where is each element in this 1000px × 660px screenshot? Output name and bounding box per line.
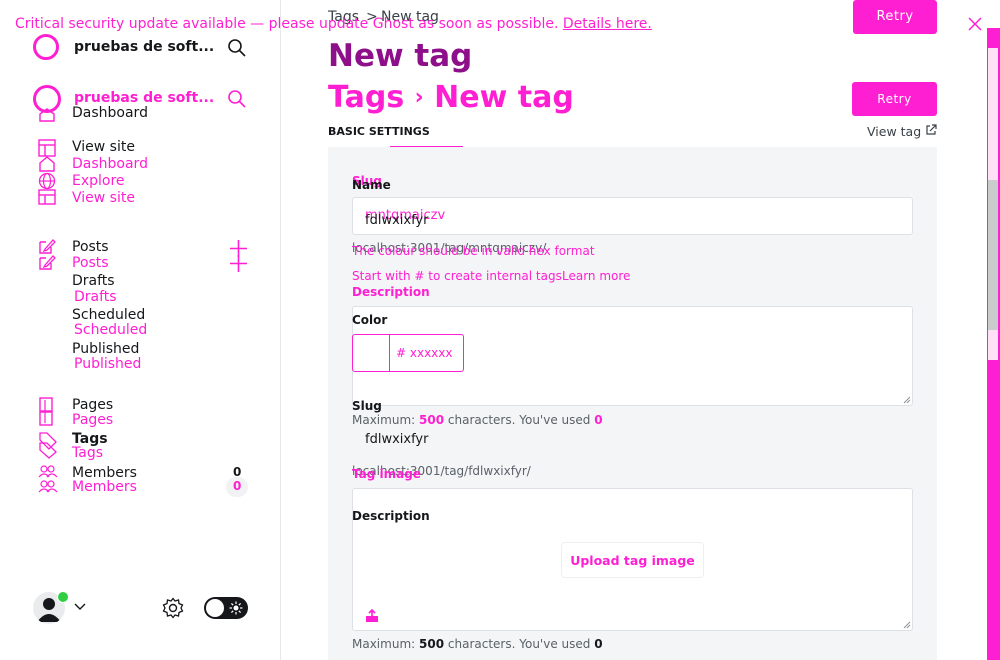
resize-handle-icon[interactable] xyxy=(903,396,911,404)
retry-button[interactable]: Retry xyxy=(853,0,937,34)
name-hint: Start with # to create internal tags xyxy=(352,269,562,283)
tag-icon xyxy=(39,432,57,459)
members-count-overlay: 0 xyxy=(233,479,242,493)
nav-published-overlay: Published xyxy=(74,356,142,372)
search-icon[interactable] xyxy=(227,38,247,58)
upload-tag-image-button[interactable]: Upload tag image xyxy=(562,543,703,577)
online-status-dot xyxy=(57,591,69,603)
nav-posts-overlay: Posts xyxy=(72,255,109,271)
nav-view-site-overlay: View site xyxy=(72,190,135,206)
retry-button-label: Retry xyxy=(876,9,914,24)
nav-drafts-overlay: Drafts xyxy=(74,289,117,305)
nav-pages-overlay: Pages xyxy=(72,412,114,428)
upload-icon xyxy=(366,609,378,622)
home-overlay-icon xyxy=(39,156,55,172)
retry-button-overlay[interactable]: Retry xyxy=(852,82,937,116)
scrollbar-light-segment xyxy=(988,48,998,183)
nav-posts[interactable]: Posts xyxy=(72,239,109,256)
view-site-icon xyxy=(38,139,56,157)
sidebar: pruebas de soft... pruebas de soft... Da… xyxy=(0,0,281,660)
counter-max: 500 xyxy=(419,637,445,651)
site-logo-icon[interactable] xyxy=(33,34,59,60)
chevron-down-icon[interactable] xyxy=(74,603,86,611)
tag-settings-panel: Slug Name mntqmaiczv fdlwxixfyr localhos… xyxy=(328,147,937,660)
title-overlay-parent[interactable]: Tags xyxy=(328,80,404,115)
banner-text: Critical security update available — ple… xyxy=(15,16,559,32)
learn-more-link[interactable]: Learn more xyxy=(562,269,630,283)
counter-used: 0 xyxy=(594,637,603,651)
counter-mid: characters. You've used xyxy=(447,637,591,651)
color-input[interactable]: # xxxxxx xyxy=(352,334,464,372)
home-icon xyxy=(39,108,55,122)
name-input[interactable]: mntqmaiczv fdlwxixfyr xyxy=(352,197,913,235)
page-title: New tag xyxy=(328,38,473,74)
view-tag-link[interactable]: View tag xyxy=(867,124,921,139)
counter-prefix: Maximum: xyxy=(352,637,416,651)
color-error-message: The colour should be in valid hex format xyxy=(352,244,595,258)
add-post-overlay-icon xyxy=(230,255,247,272)
retry-button-overlay-label: Retry xyxy=(877,92,912,106)
title-overlay-chevron-icon: › xyxy=(414,85,424,110)
pages-icon xyxy=(39,397,53,426)
description-counter-overlay: Maximum: 500 characters. You've used 0 xyxy=(352,413,603,427)
nav-dashboard[interactable]: Dashboard xyxy=(72,105,148,122)
counter-overlay-max: 500 xyxy=(419,413,445,427)
edit-icon xyxy=(39,239,56,254)
theme-toggle[interactable] xyxy=(204,597,248,619)
sun-icon xyxy=(229,601,243,615)
view-site-overlay-icon xyxy=(38,189,56,205)
gear-icon[interactable] xyxy=(162,597,184,619)
page-title-overlay: Tags › New tag xyxy=(328,80,574,115)
tag-image-dropzone[interactable]: Upload tag image xyxy=(352,488,913,631)
description-counter: Maximum: 500 characters. You've used 0 xyxy=(352,637,603,651)
banner-details-link[interactable]: Details here. xyxy=(563,16,652,32)
color-input-placeholder: # xxxxxx xyxy=(396,346,453,360)
name-input-value: fdlwxixfyr xyxy=(365,213,429,228)
nav-dashboard-overlay: Dashboard xyxy=(72,156,148,172)
edit-overlay-icon xyxy=(39,255,56,270)
title-overlay-current: New tag xyxy=(434,80,574,115)
site-name[interactable]: pruebas de soft... xyxy=(74,39,214,55)
nav-members-overlay: Members xyxy=(72,479,137,495)
search-overlay-icon xyxy=(228,90,246,108)
counter-overlay-used: 0 xyxy=(594,413,603,427)
scrollbar-thumb[interactable] xyxy=(988,180,998,330)
external-link-icon[interactable] xyxy=(925,124,937,136)
nav-tags-overlay: Tags xyxy=(72,445,103,461)
tag-image-label-overlay: Tag image xyxy=(352,467,421,481)
toggle-knob xyxy=(206,599,224,617)
counter-overlay-prefix: Maximum: xyxy=(352,413,416,427)
description-label-overlay: Description xyxy=(352,285,430,299)
scrollbar-light-segment-2 xyxy=(988,330,998,360)
name-label: Name xyxy=(352,178,391,192)
counter-overlay-mid: characters. You've used xyxy=(447,413,591,427)
slug-input-value[interactable]: fdlwxixfyr xyxy=(365,432,428,447)
color-label: Color xyxy=(352,313,388,327)
members-icon xyxy=(38,465,58,493)
upload-tag-image-label: Upload tag image xyxy=(570,553,695,568)
nav-scheduled-overlay: Scheduled xyxy=(74,322,148,338)
resize-handle-icon[interactable] xyxy=(903,621,911,629)
slug-label: Slug xyxy=(352,399,382,413)
description-label: Description xyxy=(352,509,430,523)
globe-icon xyxy=(38,172,56,190)
close-icon[interactable] xyxy=(967,16,983,32)
site-name-overlay: pruebas de soft... xyxy=(74,90,215,106)
nav-view-site[interactable]: View site xyxy=(72,139,135,156)
security-update-banner: Critical security update available — ple… xyxy=(15,16,652,32)
tab-basic-settings[interactable]: BASIC SETTINGS xyxy=(328,125,430,138)
nav-explore: Explore xyxy=(72,173,125,189)
color-swatch[interactable] xyxy=(353,335,390,371)
nav-drafts[interactable]: Drafts xyxy=(72,273,115,290)
